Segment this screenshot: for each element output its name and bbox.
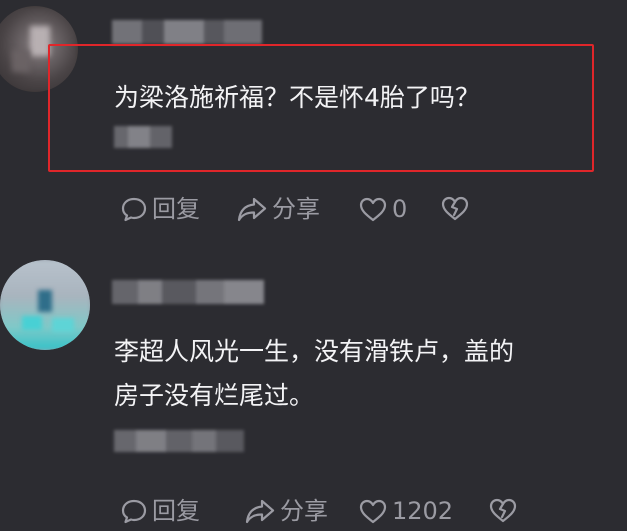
comment-bubble-icon — [121, 197, 147, 222]
reply-button[interactable]: 回复 — [120, 496, 200, 526]
share-arrow-icon — [237, 197, 267, 222]
broken-heart-icon — [489, 498, 517, 523]
commenter-avatar[interactable] — [0, 260, 90, 350]
reply-label: 回复 — [152, 497, 200, 525]
like-count: 1202 — [392, 497, 454, 525]
comment-bubble-icon — [121, 499, 147, 524]
blurred-username — [112, 20, 262, 44]
comment-text-line-2: 房子没有烂尾过。 — [114, 381, 315, 410]
share-button[interactable]: 分享 — [244, 496, 328, 526]
heart-outline-icon — [359, 197, 387, 222]
like-button[interactable]: 1202 — [358, 496, 453, 526]
comment-text-line-1: 李超人风光一生，没有滑铁卢，盖的 — [114, 337, 515, 366]
dislike-button[interactable] — [440, 194, 470, 222]
comment-feed: 为梁洛施祈福？不是怀4胎了吗？ 回复 分享 0 李超人风光一生，没有滑铁卢，盖的… — [0, 0, 627, 531]
comment-text: 为梁洛施祈福？不是怀4胎了吗？ — [114, 83, 480, 112]
share-arrow-icon — [245, 499, 275, 524]
blurred-timestamp — [114, 126, 172, 148]
broken-heart-icon — [441, 196, 469, 221]
reply-label: 回复 — [152, 195, 200, 223]
blurred-timestamp — [114, 430, 244, 452]
share-label: 分享 — [272, 195, 320, 223]
blurred-username — [112, 280, 264, 304]
heart-outline-icon — [359, 499, 387, 524]
like-count: 0 — [392, 195, 408, 223]
like-button[interactable]: 0 — [358, 194, 407, 224]
dislike-button[interactable] — [488, 496, 518, 524]
share-label: 分享 — [280, 497, 328, 525]
share-button[interactable]: 分享 — [236, 194, 320, 224]
reply-button[interactable]: 回复 — [120, 194, 200, 224]
